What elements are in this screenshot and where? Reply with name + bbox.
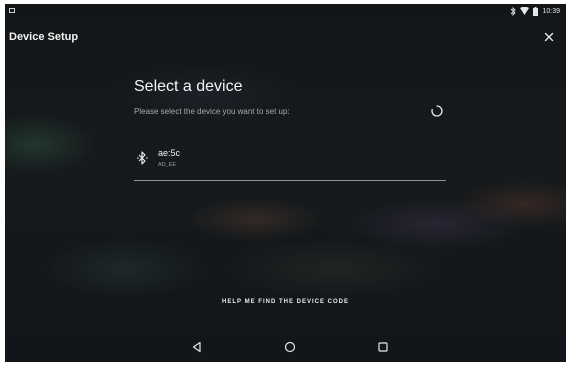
home-circle-icon	[284, 341, 296, 353]
help-find-device-code-link[interactable]: HELP ME FIND THE DEVICE CODE	[5, 299, 566, 305]
tablet-screen: 10:39 Device Setup Select a device Pleas…	[5, 4, 566, 362]
page-subheading: Please select the device you want to set…	[134, 107, 290, 116]
back-triangle-icon	[192, 341, 201, 353]
loading-spinner-icon	[431, 105, 443, 117]
recent-apps-button[interactable]	[376, 340, 390, 354]
app-title: Device Setup	[9, 31, 79, 43]
device-list-divider	[134, 180, 446, 181]
close-button[interactable]	[542, 30, 556, 44]
device-list-item[interactable]: ae:5c AD_EE	[134, 144, 446, 180]
battery-icon	[533, 6, 539, 16]
back-button[interactable]	[190, 340, 204, 354]
wifi-icon	[520, 7, 530, 15]
navigation-bar	[5, 332, 566, 362]
device-subtitle: AD_EE	[158, 162, 177, 168]
status-time: 10:39	[542, 7, 560, 15]
device-name: ae:5c	[158, 148, 181, 158]
notification-icon	[9, 8, 15, 13]
page-heading: Select a device	[134, 78, 243, 95]
home-button[interactable]	[283, 340, 297, 354]
bluetooth-icon	[137, 151, 148, 165]
recent-apps-square-icon	[378, 342, 388, 352]
status-bar: 10:39	[5, 4, 566, 18]
close-icon	[544, 32, 554, 42]
status-icons: 10:39	[510, 6, 560, 16]
bluetooth-icon	[511, 6, 517, 16]
